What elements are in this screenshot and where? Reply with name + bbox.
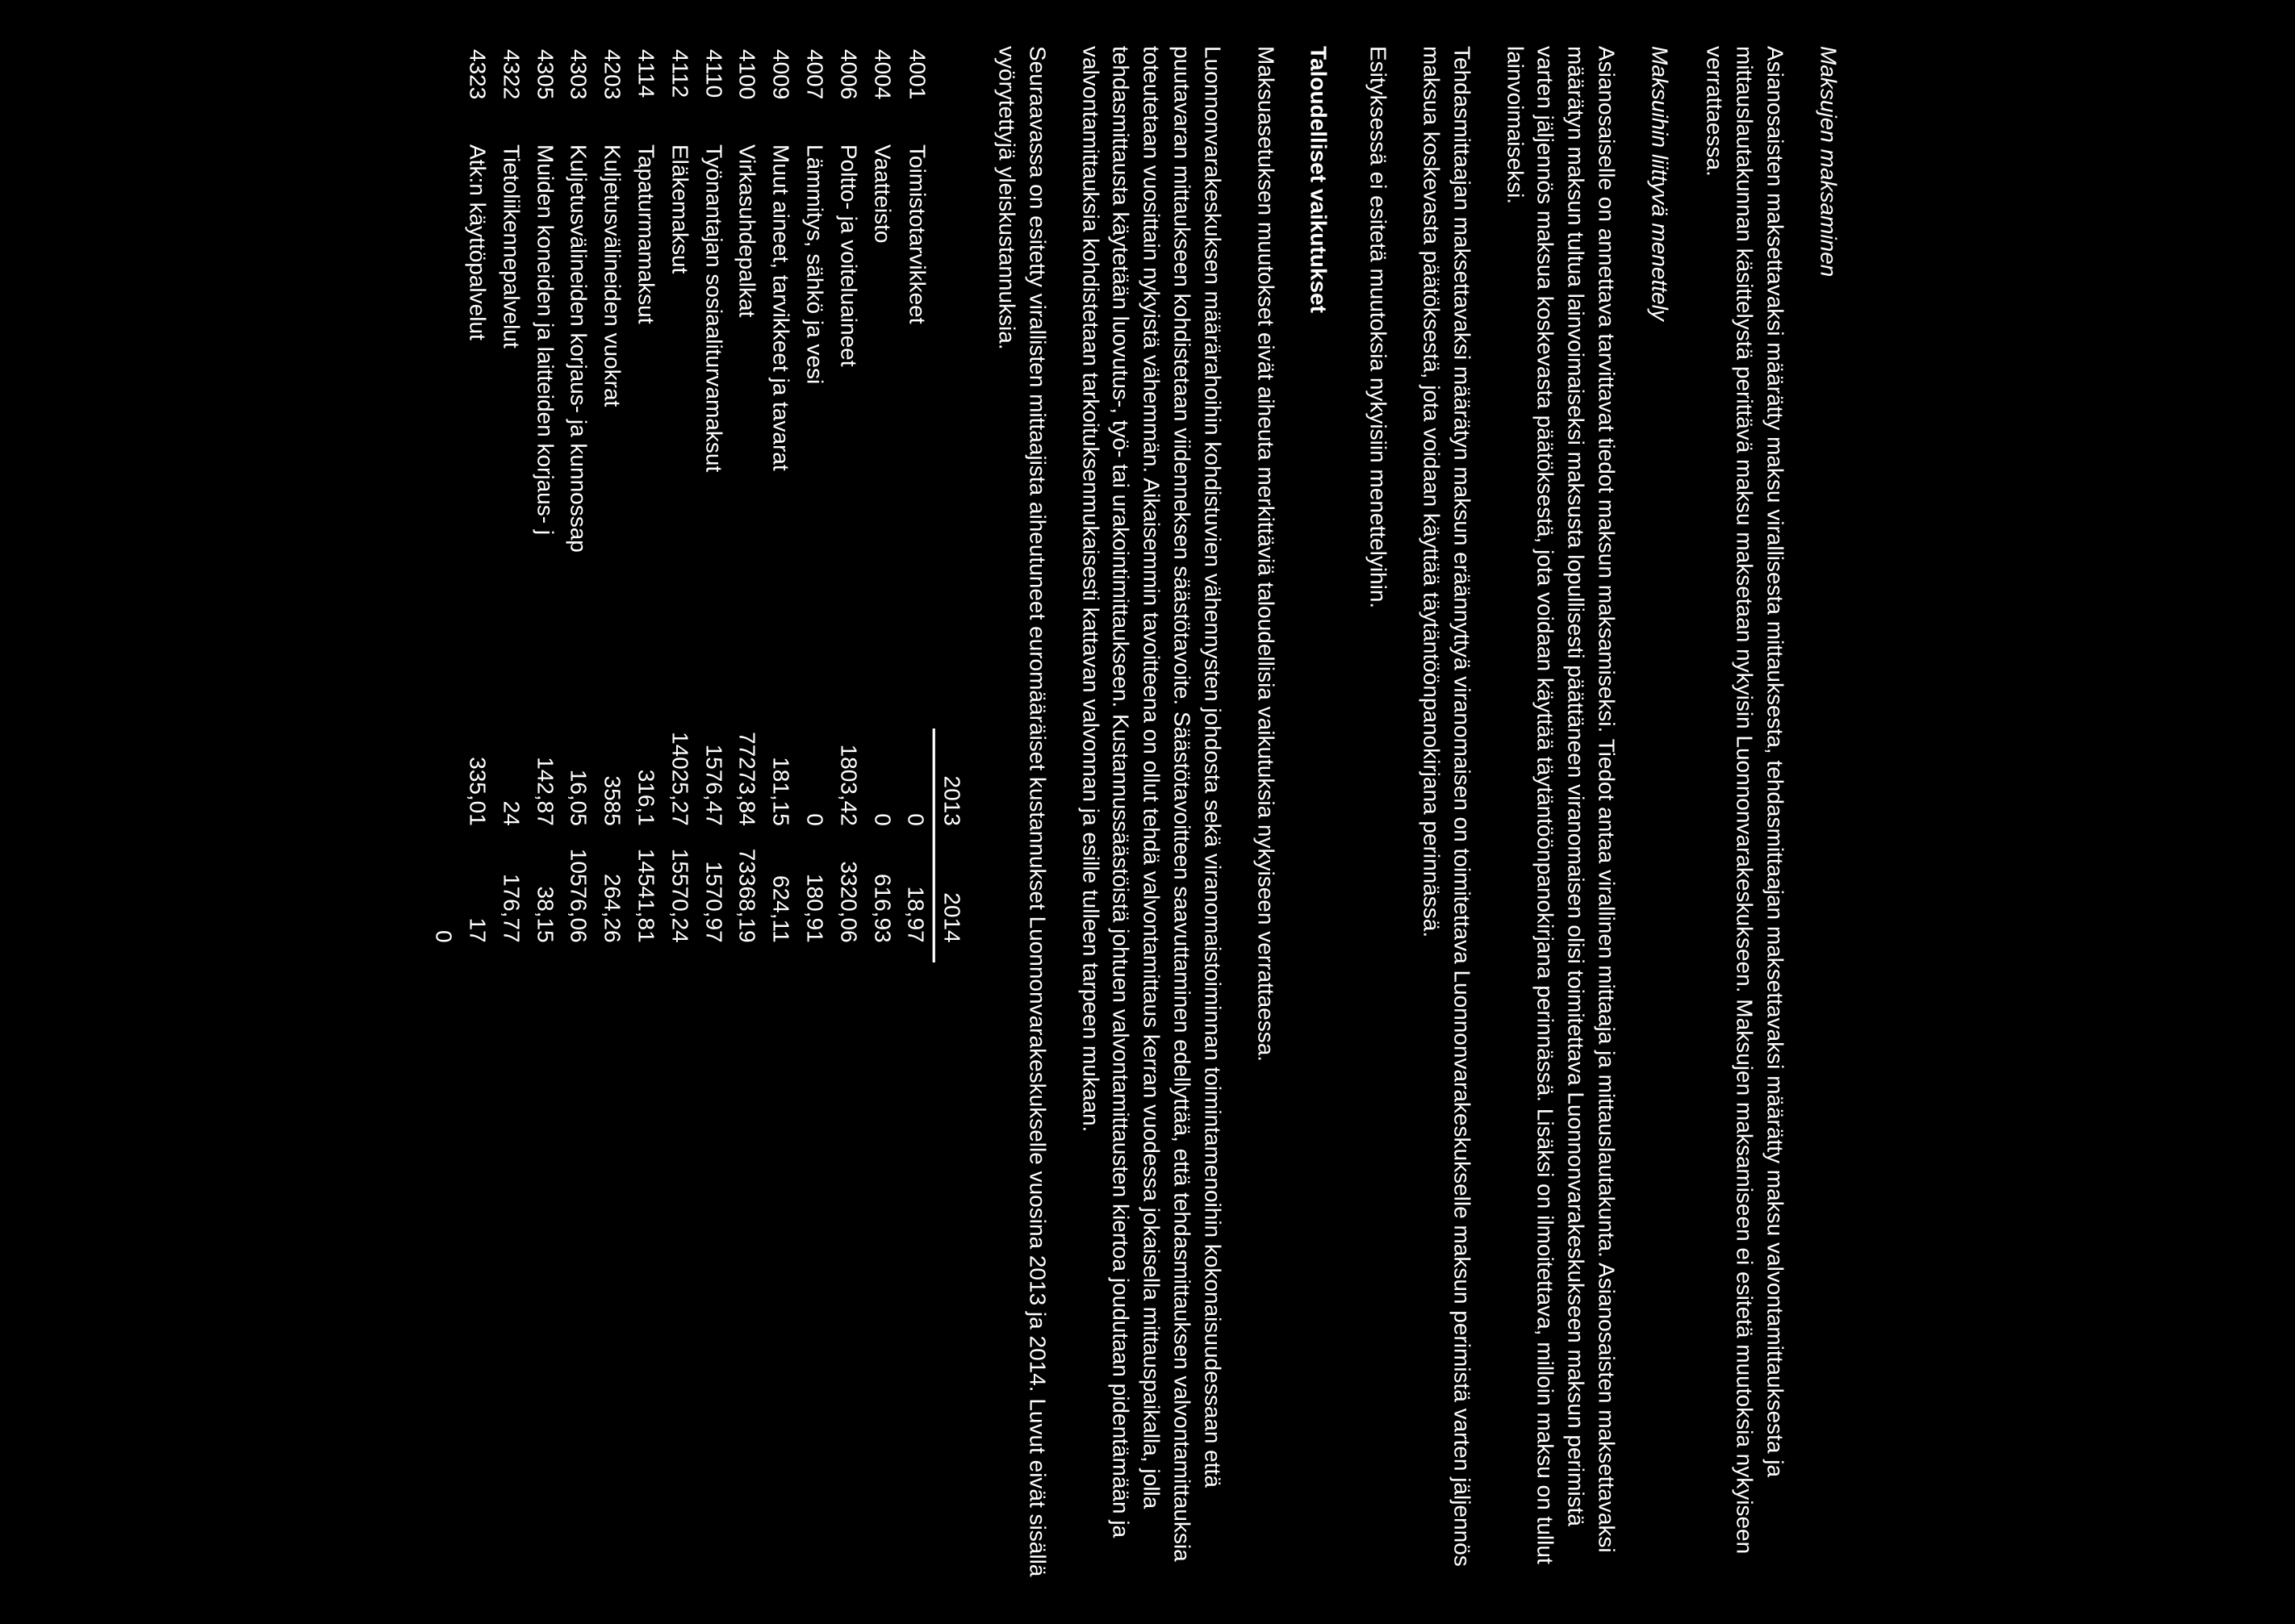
table-row: 4001Toimistotarvikkeet018,97 (899, 46, 934, 962)
cell-2014: 3320,06 (832, 845, 866, 962)
paragraph: Asianosaiselle on annettava tarvittavat … (1500, 46, 1622, 1579)
cell-2013: 1576,47 (697, 729, 731, 845)
cell-2013: 0 (798, 729, 832, 845)
cell-2013: 142,87 (529, 729, 562, 845)
cell-label: Virkasuhdepalkat (730, 141, 764, 729)
cost-table: 2013 2014 4001Toimistotarvikkeet018,9740… (427, 46, 969, 962)
cell-2013: 24 (495, 729, 529, 845)
cell-2014: 38,15 (529, 845, 562, 962)
cell-label: Työnantajan sosiaaliturvamaksut (697, 141, 731, 729)
cell-2013: 335,01 (461, 729, 495, 845)
table-row: 4305Muiden koneiden ja laitteiden korjau… (529, 46, 562, 962)
cell-code: 4303 (562, 46, 596, 141)
cell-code: 4100 (730, 46, 764, 141)
cell-2014: 73368,19 (730, 845, 764, 962)
cell-label: Muiden koneiden ja laitteiden korjaus- j (529, 141, 562, 729)
cell-2014: 0 (427, 845, 461, 962)
cell-2014: 14541,81 (629, 845, 663, 962)
cell-label: Eläkemaksut (663, 141, 697, 729)
paragraph: Tehdasmittaajan maksettavaksi määrätyn m… (1416, 46, 1478, 1579)
cell-label: Tietoliikennepalvelut (495, 141, 529, 729)
cell-2014: 176,77 (495, 845, 529, 962)
cell-code: 4110 (697, 46, 731, 141)
cell-code: 4009 (764, 46, 798, 141)
cell-2014: 10576,06 (562, 845, 596, 962)
cell-2014: 15570,24 (663, 845, 697, 962)
cell-label: Vaatteisto (866, 141, 900, 729)
cell-label: Lämmitys, sähkö ja vesi (798, 141, 832, 729)
cell-code: 4203 (596, 46, 629, 141)
table-row: 4303Kuljetusvälineiden korjaus- ja kunno… (562, 46, 596, 962)
document-page: Maksujen maksaminen Asianosaisten makset… (427, 46, 1867, 1579)
cell-2014: 264,26 (596, 845, 629, 962)
cell-2014: 616,93 (866, 845, 900, 962)
cell-2013: 1803,42 (832, 729, 866, 845)
cell-label: Tapaturmamaksut (629, 141, 663, 729)
table-row: 4006Poltto- ja voiteluaineet1803,423320,… (832, 46, 866, 962)
table-row: 4322Tietoliikennepalvelut24176,77 (495, 46, 529, 962)
heading-maksujen-maksaminen: Maksujen maksaminen (1813, 46, 1844, 1579)
cell-code: 4322 (495, 46, 529, 141)
table-header-row: 2013 2014 (934, 46, 969, 962)
table-row: 4112Eläkemaksut14025,2715570,24 (663, 46, 697, 962)
table-row: 4114Tapaturmamaksut316,114541,81 (629, 46, 663, 962)
table-row: 4323Atk:n käyttöpalvelut335,0117 (461, 46, 495, 962)
cell-2013 (427, 729, 461, 845)
cell-code: 4305 (529, 46, 562, 141)
cell-2013: 77273,84 (730, 729, 764, 845)
cell-code: 4006 (832, 46, 866, 141)
cell-2013: 0 (899, 729, 934, 845)
col-2014: 2014 (934, 845, 969, 962)
paragraph: Luonnonvarakeskuksen määrärahoihin kohdi… (1076, 46, 1228, 1579)
cell-2013: 16,05 (562, 729, 596, 845)
cell-code: 4114 (629, 46, 663, 141)
cell-code (427, 46, 461, 141)
paragraph: Seuraavassa on esitetty virallisten mitt… (992, 46, 1053, 1579)
cell-2013: 14025,27 (663, 729, 697, 845)
cell-2014: 18,97 (899, 845, 934, 962)
cell-label (427, 141, 461, 729)
table-row: 4110Työnantajan sosiaaliturvamaksut1576,… (697, 46, 731, 962)
table-row: 4007Lämmitys, sähkö ja vesi0180,91 (798, 46, 832, 962)
cell-code: 4004 (866, 46, 900, 141)
cell-2014: 624,11 (764, 845, 798, 962)
paragraph: Asianosaisten maksettavaksi määrätty mak… (1699, 46, 1791, 1579)
cell-2013: 0 (866, 729, 900, 845)
cell-label: Poltto- ja voiteluaineet (832, 141, 866, 729)
table-row: 4004Vaatteisto0616,93 (866, 46, 900, 962)
cell-label: Kuljetusvälineiden korjaus- ja kunnossap (562, 141, 596, 729)
table-row: 4009Muut aineet, tarvikkeet ja tavarat18… (764, 46, 798, 962)
cell-code: 4112 (663, 46, 697, 141)
cell-2014: 180,91 (798, 845, 832, 962)
cell-label: Kuljetusvälineiden vuokrat (596, 141, 629, 729)
cell-2013: 181,15 (764, 729, 798, 845)
heading-maksuihin-liittyva-menettely: Maksuihin liittyvä menettely (1645, 46, 1675, 1579)
cell-2013: 316,1 (629, 729, 663, 845)
cell-code: 4007 (798, 46, 832, 141)
cell-code: 4323 (461, 46, 495, 141)
cell-label: Muut aineet, tarvikkeet ja tavarat (764, 141, 798, 729)
cell-label: Atk:n käyttöpalvelut (461, 141, 495, 729)
cell-code: 4001 (899, 46, 934, 141)
cell-2014: 1570,97 (697, 845, 731, 962)
cell-label: Toimistotarvikkeet (899, 141, 934, 729)
table-row: 4100Virkasuhdepalkat77273,8473368,19 (730, 46, 764, 962)
col-2013: 2013 (934, 729, 969, 845)
cell-2014: 17 (461, 845, 495, 962)
cell-2013: 3585 (596, 729, 629, 845)
table-row: 0 (427, 46, 461, 962)
paragraph: Esityksessä ei esitetä muutoksia nykyisi… (1363, 46, 1394, 1579)
paragraph: Maksuasetuksen muutokset eivät aiheuta m… (1251, 46, 1281, 1579)
heading-taloudelliset-vaikutukset: Taloudelliset vaikutukset (1303, 46, 1334, 1579)
table-row: 4203Kuljetusvälineiden vuokrat3585264,26 (596, 46, 629, 962)
